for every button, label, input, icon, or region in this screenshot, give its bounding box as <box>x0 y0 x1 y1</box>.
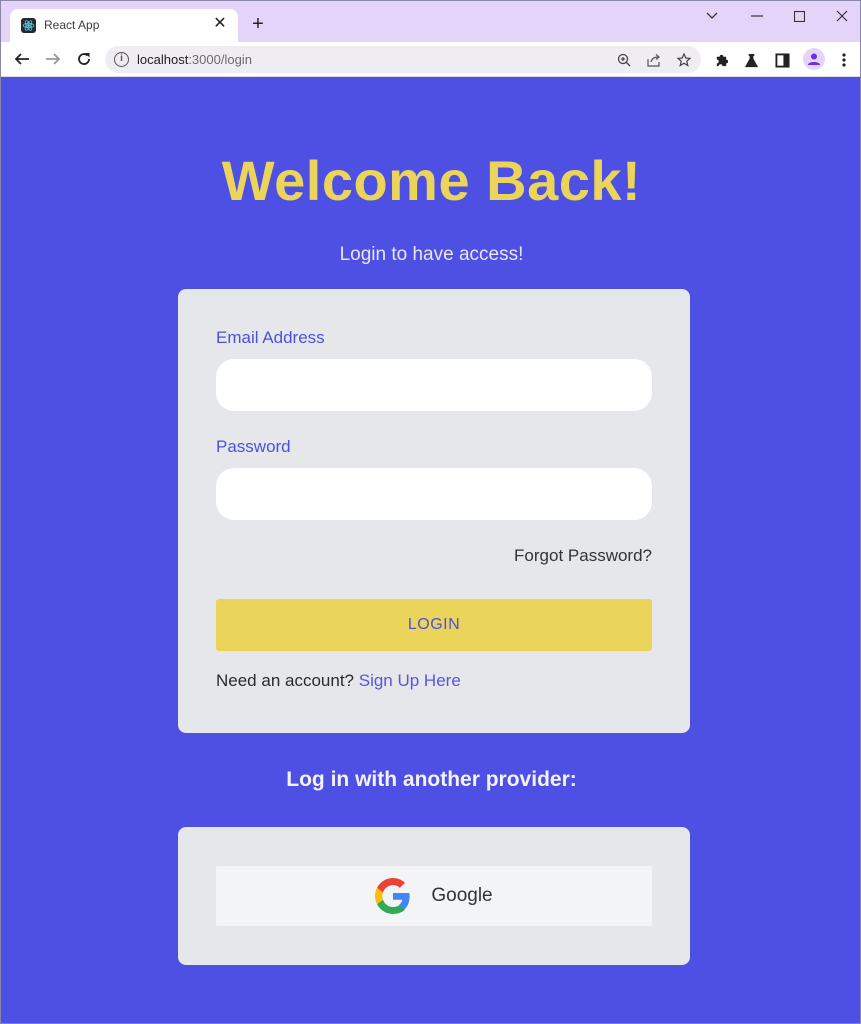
reload-icon[interactable] <box>72 47 96 71</box>
login-page: Welcome Back! Login to have access! Emai… <box>2 78 860 1023</box>
tab-strip: React App ✕ + <box>1 1 860 42</box>
signup-row: Need an account? Sign Up Here <box>216 671 461 691</box>
arrow-right-icon[interactable] <box>41 47 65 71</box>
more-vert-icon[interactable] <box>834 50 854 70</box>
password-field[interactable] <box>216 468 652 520</box>
google-icon <box>375 878 410 914</box>
info-icon[interactable]: i <box>114 52 129 67</box>
minimize-icon[interactable] <box>746 7 768 25</box>
provider-card: Google <box>178 827 690 965</box>
password-label: Password <box>216 437 291 456</box>
react-favicon-icon <box>21 18 36 33</box>
browser-toolbar: i localhost:3000/login <box>1 42 860 77</box>
google-label: Google <box>431 885 493 906</box>
browser-tab[interactable]: React App ✕ <box>10 9 238 42</box>
zoom-icon[interactable] <box>615 51 633 69</box>
signup-link[interactable]: Sign Up Here <box>359 671 461 690</box>
arrow-left-icon[interactable] <box>10 47 34 71</box>
signup-prompt: Need an account? <box>216 671 354 690</box>
address-bar[interactable]: i localhost:3000/login <box>105 46 701 73</box>
browser-window: React App ✕ + i localhost:3000/login Wel… <box>0 0 861 1024</box>
login-card: Email Address Password Forgot Password? … <box>178 289 690 733</box>
url-host: localhost <box>137 52 189 67</box>
page-title: Welcome Back! <box>221 149 642 212</box>
maximize-icon[interactable] <box>788 7 810 25</box>
side-panel-icon[interactable] <box>772 50 792 70</box>
forgot-password-link[interactable]: Forgot Password? <box>514 546 652 566</box>
plus-icon[interactable]: + <box>248 14 268 34</box>
url-text[interactable]: localhost:3000/login <box>137 52 252 67</box>
star-icon[interactable] <box>675 51 693 69</box>
page-subtitle: Login to have access! <box>339 244 524 265</box>
login-button[interactable]: LOGIN <box>216 599 652 651</box>
share-icon[interactable] <box>645 51 663 69</box>
flask-icon[interactable] <box>741 50 761 70</box>
tab-title: React App <box>44 18 100 32</box>
puzzle-icon[interactable] <box>711 50 731 70</box>
profile-icon[interactable] <box>803 48 825 70</box>
close-window-icon[interactable] <box>831 7 853 25</box>
close-icon[interactable]: ✕ <box>211 15 229 33</box>
provider-heading: Log in with another provider: <box>286 768 577 791</box>
email-label: Email Address <box>216 328 325 347</box>
url-path: :3000/login <box>188 52 252 67</box>
google-login-button[interactable]: Google <box>216 866 652 926</box>
email-field[interactable] <box>216 359 652 411</box>
chevron-down-icon[interactable] <box>701 7 723 25</box>
